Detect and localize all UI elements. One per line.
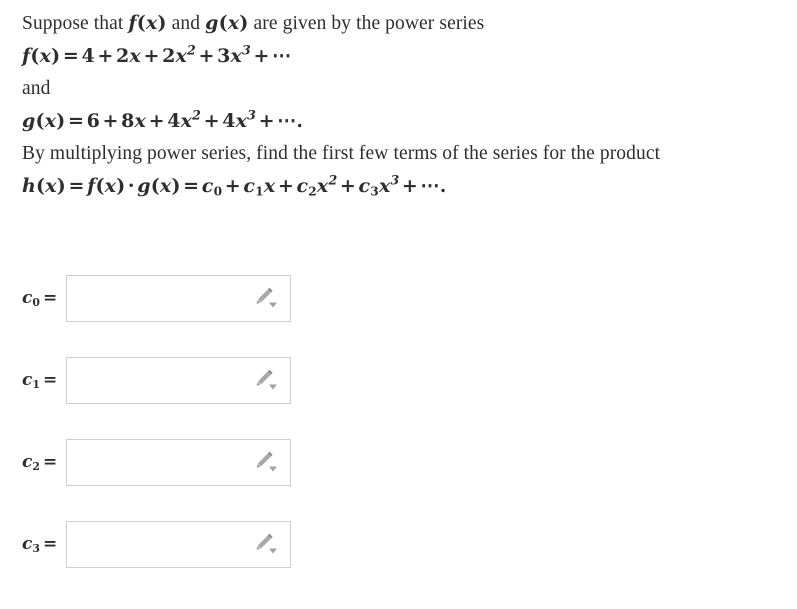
equation-h: h(x) = f(x) · g(x) = c0 + c1x + c2x2 + c3x3 + ⋯. [22, 169, 782, 203]
answer-row-c2: c2 = [0, 439, 797, 486]
statement-line-and: and [22, 78, 51, 99]
pencil-dropdown-icon[interactable] [254, 450, 284, 478]
equation-g-math: g(x) = 6 +8x +4x2 +4x3 + ⋯. [22, 107, 304, 132]
inline-math-g-of-x: g(x) [205, 12, 249, 34]
answer-label-c1-equals: = [42, 370, 58, 390]
statement-line-instruction: By multiplying power series, find the fi… [22, 143, 661, 164]
answer-row-c0: c0 = [0, 275, 797, 322]
answer-input-c3[interactable] [67, 522, 247, 567]
answer-label-c0-symbol: c [22, 288, 33, 308]
equation-f: f(x) = 4 +2x +2x2 +3x3 + ⋯ [22, 39, 782, 73]
problem-page: Suppose that f(x) and g(x) are given by … [0, 0, 797, 609]
answer-box-c2[interactable] [66, 439, 291, 486]
answer-input-c2[interactable] [67, 440, 247, 485]
answer-label-c1-subscript: 1 [32, 378, 40, 392]
pencil-dropdown-icon[interactable] [254, 368, 284, 396]
equation-h-math: h(x) = f(x) · g(x) = c0 + c1x + c2x2 + c3x3 + ⋯. [22, 172, 447, 199]
answer-label-c2: c2 = [22, 439, 62, 486]
answer-label-c0: c0 = [22, 275, 62, 322]
answer-fields: c0 = c1 = c2 = c3 = [0, 275, 797, 603]
problem-statement: Suppose that f(x) and g(x) are given by … [22, 8, 782, 203]
answer-label-c0-subscript: 0 [32, 296, 40, 310]
equation-f-math: f(x) = 4 +2x +2x2 +3x3 + ⋯ [22, 42, 292, 67]
answer-label-c3-equals: = [42, 534, 58, 554]
answer-label-c3: c3 = [22, 521, 62, 568]
pencil-dropdown-icon[interactable] [254, 286, 284, 314]
answer-row-c3: c3 = [0, 521, 797, 568]
answer-label-c2-subscript: 2 [32, 460, 40, 474]
statement-line-1: Suppose that f(x) and g(x) are given by … [22, 8, 782, 39]
answer-label-c2-equals: = [42, 452, 58, 472]
answer-label-c3-subscript: 3 [32, 542, 40, 556]
answer-label-c3-symbol: c [22, 534, 33, 554]
answer-label-c1-symbol: c [22, 370, 33, 390]
answer-label-c0-equals: = [42, 288, 58, 308]
statement-line-1-text-a: Suppose that [22, 13, 129, 34]
pencil-dropdown-icon[interactable] [254, 532, 284, 560]
answer-label-c1: c1 = [22, 357, 62, 404]
answer-row-c1: c1 = [0, 357, 797, 404]
answer-box-c3[interactable] [66, 521, 291, 568]
answer-input-c1[interactable] [67, 358, 247, 403]
statement-line-1-text-c: are given by the power series [248, 13, 485, 34]
answer-input-c0[interactable] [67, 276, 247, 321]
answer-label-c2-symbol: c [22, 452, 33, 472]
statement-line-1-text-b: and [166, 13, 206, 34]
answer-box-c1[interactable] [66, 357, 291, 404]
answer-box-c0[interactable] [66, 275, 291, 322]
equation-g: g(x) = 6 +8x +4x2 +4x3 + ⋯. [22, 104, 782, 138]
inline-math-f-of-x: f(x) [128, 12, 167, 34]
